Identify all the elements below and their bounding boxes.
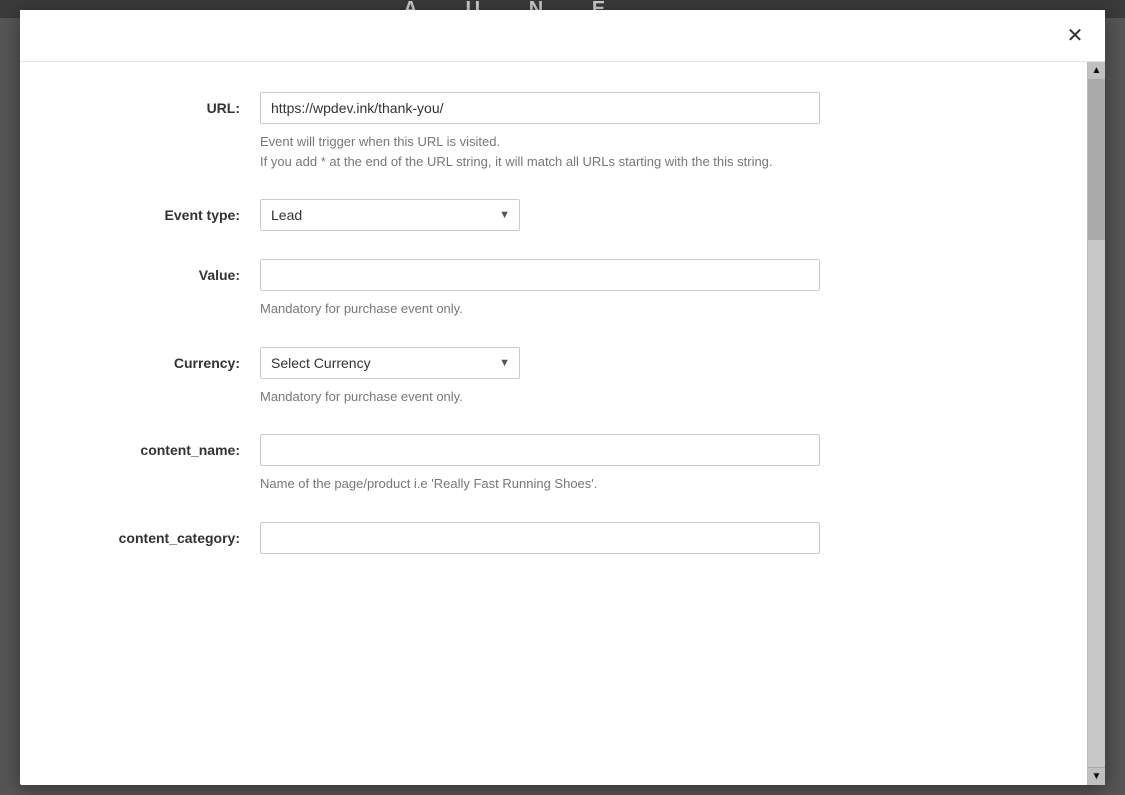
url-field-content: Event will trigger when this URL is visi…: [260, 92, 820, 171]
content-category-label: content_category:: [60, 522, 260, 546]
event-type-select[interactable]: Lead Purchase ViewContent AddToCart Init…: [260, 199, 520, 231]
scrollbar-up-arrow[interactable]: ▲: [1088, 62, 1105, 80]
modal-overlay: A U N E . . . ✕ URL: Event will trigger …: [0, 0, 1125, 795]
url-help: Event will trigger when this URL is visi…: [260, 132, 820, 171]
content-name-row: content_name: Name of the page/product i…: [60, 434, 1047, 494]
modal-body: URL: Event will trigger when this URL is…: [20, 62, 1087, 785]
content-category-row: content_category:: [60, 522, 1047, 554]
url-row: URL: Event will trigger when this URL is…: [60, 92, 1047, 171]
url-input[interactable]: [260, 92, 820, 124]
event-type-label: Event type:: [60, 199, 260, 223]
close-button[interactable]: ✕: [1061, 22, 1089, 50]
url-label: URL:: [60, 92, 260, 116]
value-help: Mandatory for purchase event only.: [260, 299, 820, 319]
event-type-select-wrapper: Lead Purchase ViewContent AddToCart Init…: [260, 199, 520, 231]
content-category-field-content: [260, 522, 820, 554]
event-type-content: Lead Purchase ViewContent AddToCart Init…: [260, 199, 820, 231]
content-name-input[interactable]: [260, 434, 820, 466]
currency-help: Mandatory for purchase event only.: [260, 387, 820, 407]
currency-label: Currency:: [60, 347, 260, 371]
event-type-row: Event type: Lead Purchase ViewContent Ad…: [60, 199, 1047, 231]
content-category-input[interactable]: [260, 522, 820, 554]
content-name-label: content_name:: [60, 434, 260, 458]
currency-select-wrapper: Select Currency USD EUR GBP JPY AUD CAD …: [260, 347, 520, 379]
currency-select[interactable]: Select Currency USD EUR GBP JPY AUD CAD: [260, 347, 520, 379]
currency-field-content: Select Currency USD EUR GBP JPY AUD CAD …: [260, 347, 820, 407]
value-label: Value:: [60, 259, 260, 283]
value-field-content: Mandatory for purchase event only.: [260, 259, 820, 319]
scrollbar-thumb[interactable]: [1088, 80, 1105, 240]
content-name-field-content: Name of the page/product i.e 'Really Fas…: [260, 434, 820, 494]
scrollbar: ▲ ▼: [1087, 62, 1105, 785]
value-input[interactable]: [260, 259, 820, 291]
modal-dialog: ✕ URL: Event will trigger when this URL …: [20, 10, 1105, 785]
modal-header: ✕: [20, 10, 1105, 62]
currency-row: Currency: Select Currency USD EUR GBP JP…: [60, 347, 1047, 407]
value-row: Value: Mandatory for purchase event only…: [60, 259, 1047, 319]
modal-body-wrapper: URL: Event will trigger when this URL is…: [20, 62, 1105, 785]
content-name-help: Name of the page/product i.e 'Really Fas…: [260, 474, 820, 494]
scrollbar-down-arrow[interactable]: ▼: [1088, 767, 1105, 785]
